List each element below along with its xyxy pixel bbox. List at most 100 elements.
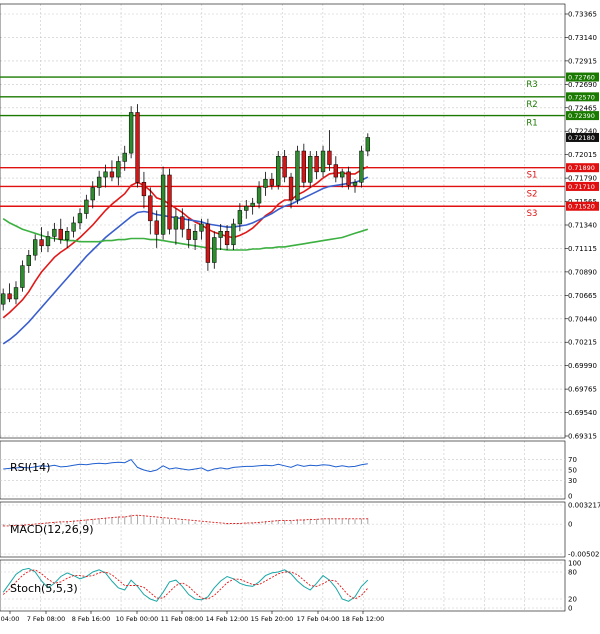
rsi-panel: 70 50 30 0 RSI(14): [0, 456, 577, 501]
time-tick-label: 14 Feb 12:00: [206, 615, 249, 623]
candle-body: [128, 112, 134, 154]
candle-body: [340, 171, 345, 178]
candle-body: [64, 231, 70, 240]
current-price-label: 0.72180: [568, 134, 595, 142]
candle-body: [301, 150, 307, 183]
candle-body: [295, 150, 300, 201]
level-name-r1: R1: [526, 119, 537, 129]
time-tick-label: 8 Feb 16:00: [72, 615, 111, 623]
candle-body: [314, 155, 319, 173]
candle-body: [346, 171, 351, 186]
candle-body: [365, 137, 370, 152]
macd-tick-label: 0.003217: [568, 502, 600, 510]
candle-body: [359, 150, 364, 183]
candle-body: [77, 213, 83, 224]
candle-body: [173, 216, 179, 230]
time-tick-label: 17 Feb 04:00: [297, 615, 340, 623]
price-tick-label: 0.73365: [568, 11, 597, 19]
candle-body: [231, 223, 236, 246]
chart-window: 0.73365 0.73140 0.72915 0.72690 0.72465 0.722…: [0, 0, 600, 630]
level-price-label: 0.72760: [568, 74, 595, 82]
candle-body: [237, 210, 243, 225]
time-tick-label: 10 Feb 00:00: [116, 615, 159, 623]
candle-body: [186, 228, 191, 240]
level-price-label: 0.71710: [568, 183, 595, 191]
level-name-s2: S2: [527, 189, 538, 199]
level-price-label: 0.71520: [568, 203, 595, 211]
price-tick-label: 0.69765: [568, 386, 597, 394]
candle-body: [45, 236, 51, 247]
candle-body: [333, 164, 338, 178]
current-price-marker: 0.72180: [566, 132, 599, 142]
candle-body: [282, 155, 287, 178]
level-price-label: 0.71890: [568, 164, 595, 172]
candle-body: [39, 239, 44, 247]
moving-averages: [2, 165, 369, 345]
moving-average-line: [2, 218, 369, 251]
price-tick-label: 0.72690: [568, 81, 597, 89]
candles: [1, 104, 370, 311]
time-tick-label: 04:00: [1, 615, 20, 623]
price-tick-label: 0.69315: [568, 433, 597, 441]
macd-label: MACD(12,26,9): [10, 523, 94, 536]
candle-body: [218, 231, 223, 238]
price-tick-label: 0.72465: [568, 104, 597, 112]
price-tick-label: 0.71115: [568, 245, 597, 253]
rsi-tick-label: 0: [568, 493, 572, 501]
stoch-label: Stoch(5,5,3): [10, 582, 78, 595]
candle-body: [109, 171, 115, 178]
candle-body: [308, 155, 313, 183]
stoch-tick-label: 80: [568, 569, 577, 577]
candle-body: [320, 150, 326, 173]
macd-tick-label: -0.005021: [568, 551, 600, 559]
price-tick-label: 0.70215: [568, 339, 597, 347]
level-name-s1: S1: [527, 171, 538, 181]
candle-body: [352, 182, 358, 186]
candle-body: [276, 155, 281, 186]
candle-body: [103, 171, 108, 178]
price-tick-label: 0.70665: [568, 292, 597, 300]
candle-body: [135, 112, 140, 183]
candle-body: [269, 178, 275, 186]
candle-body: [90, 187, 95, 201]
candle-body: [7, 293, 12, 300]
candle-body: [263, 178, 268, 188]
candle-body: [58, 228, 63, 240]
candle-body: [167, 174, 172, 230]
stoch-panel: 10080 200 Stoch(5,5,3): [0, 560, 581, 613]
candle-body: [154, 220, 159, 235]
candle-body: [116, 161, 121, 178]
macd-tick-label: 0: [568, 521, 572, 529]
candle-body: [256, 187, 262, 204]
level-name-s3: S3: [527, 209, 538, 219]
candle-body: [160, 174, 166, 235]
macd-panel: 0.003217 0 -0.005021 MACD(12,26,9): [0, 502, 600, 559]
candle-body: [250, 202, 255, 207]
rsi-label: RSI(14): [10, 461, 50, 474]
candle-body: [33, 239, 38, 256]
candle-body: [212, 237, 217, 263]
candle-body: [244, 205, 249, 211]
trading-chart: 0.733650.731400.729150.726900.724650.722…: [0, 3, 600, 623]
candle-body: [13, 287, 19, 300]
candle-body: [224, 231, 230, 246]
price-tick-label: 0.71340: [568, 222, 597, 230]
time-tick-label: 11 Feb 08:00: [161, 615, 204, 623]
level-name-r2: R2: [526, 100, 537, 110]
rsi-tick-label: 50: [568, 467, 577, 475]
stoch-tick-label: 20: [568, 596, 577, 604]
candle-body: [141, 182, 147, 197]
level-price-label: 0.72390: [568, 112, 595, 120]
time-tick-label: 7 Feb 08:00: [27, 615, 66, 623]
candle-body: [205, 223, 211, 263]
candle-body: [327, 150, 332, 165]
level-price-label: 0.72570: [568, 93, 595, 101]
time-tick-label: 18 Feb 12:00: [342, 615, 385, 623]
candle-body: [26, 254, 31, 266]
candle-body: [96, 176, 102, 188]
time-tick-label: 15 Feb 20:00: [251, 615, 294, 623]
price-tick-label: 0.71790: [568, 175, 597, 183]
candle-body: [192, 231, 198, 240]
rsi-tick-label: 30: [568, 477, 577, 485]
price-tick-label: 0.72015: [568, 151, 597, 159]
